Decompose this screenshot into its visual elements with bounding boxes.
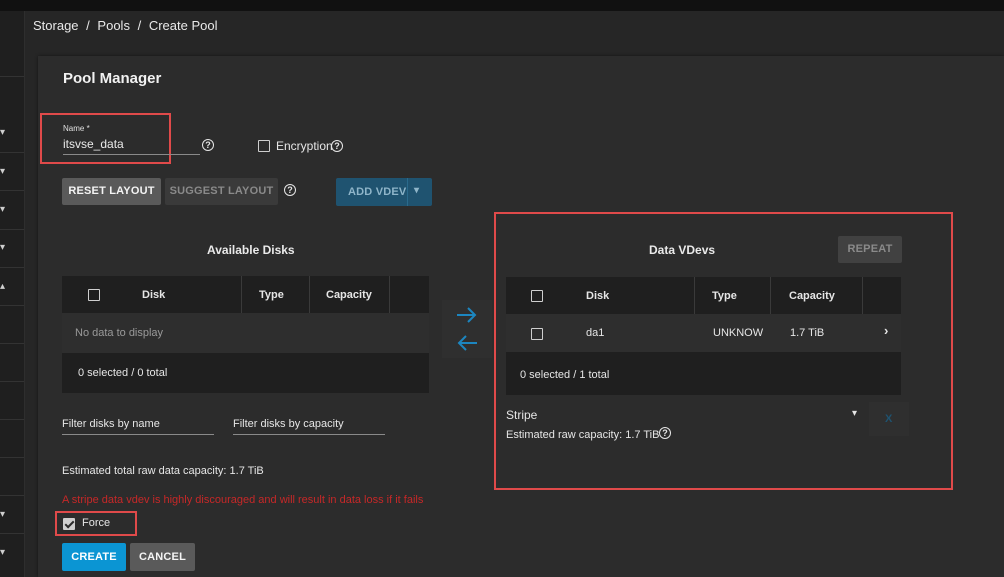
remove-vdev-label: X	[885, 413, 893, 425]
column-separator	[770, 277, 771, 314]
breadcrumb-storage[interactable]: Storage	[33, 18, 79, 33]
row-checkbox[interactable]	[531, 328, 543, 340]
available-empty-text: No data to display	[75, 327, 164, 339]
nav-caret-down-icon[interactable]: ▾	[0, 243, 10, 253]
add-vdev-divider	[407, 178, 408, 206]
nav-divider	[0, 305, 24, 306]
data-vdevs-header: Disk Type Capacity	[506, 277, 901, 314]
create-button[interactable]: CREATE	[62, 543, 126, 571]
force-label: Force	[82, 517, 111, 529]
nav-divider	[0, 76, 24, 77]
column-separator	[241, 276, 242, 313]
available-select-all-checkbox[interactable]	[88, 289, 100, 301]
column-separator	[309, 276, 310, 313]
encryption-label: Encryption	[276, 139, 333, 153]
column-separator	[694, 277, 695, 314]
vdev-capacity-help-icon[interactable]: ?	[659, 427, 671, 439]
name-input-underline	[63, 154, 200, 155]
suggest-layout-button[interactable]: SUGGEST LAYOUT	[165, 178, 278, 205]
layout-dropdown-icon[interactable]: ▾	[852, 408, 857, 419]
available-col-disk[interactable]: Disk	[142, 289, 165, 301]
cancel-button[interactable]: CANCEL	[130, 543, 195, 571]
nav-divider	[0, 381, 24, 382]
nav-divider	[0, 267, 24, 268]
layout-help-icon[interactable]: ?	[284, 184, 296, 196]
filter-name-underline	[62, 434, 214, 435]
nav-caret-down-icon[interactable]: ▾	[0, 205, 10, 215]
name-field-label: Name *	[63, 124, 90, 133]
encryption-help-icon[interactable]: ?	[331, 140, 343, 152]
row-capacity: 1.7 TiB	[790, 327, 825, 339]
nav-caret-down-icon[interactable]: ▾	[0, 548, 10, 558]
page-title: Pool Manager	[63, 70, 162, 87]
add-vdev-dropdown-icon[interactable]: ▾	[414, 185, 419, 196]
available-selection-count: 0 selected / 0 total	[78, 367, 168, 379]
data-vdevs-footer: 0 selected / 1 total	[506, 352, 901, 395]
nav-divider	[0, 190, 24, 191]
vdev-layout-select[interactable]: Stripe	[506, 408, 537, 422]
available-disks-title: Available Disks	[207, 243, 295, 257]
add-vdev-label: ADD VDEV	[348, 186, 407, 198]
row-type: UNKNOW	[713, 327, 764, 339]
filter-by-name-placeholder: Filter disks by name	[62, 418, 160, 430]
vdev-estimated-raw-capacity: Estimated raw capacity: 1.7 TiB	[506, 429, 660, 441]
left-nav	[0, 11, 25, 577]
row-expand-chevron-icon[interactable]: ›	[884, 323, 888, 338]
nav-caret-down-icon[interactable]: ▾	[0, 510, 10, 520]
filter-by-capacity-input[interactable]: Filter disks by capacity	[233, 418, 344, 430]
breadcrumb-create-pool: Create Pool	[148, 18, 218, 33]
breadcrumb-separator: /	[137, 18, 142, 33]
top-bar	[0, 0, 1004, 11]
repeat-button[interactable]: REPEAT	[838, 236, 902, 263]
breadcrumb-pools[interactable]: Pools	[97, 18, 130, 33]
nav-divider	[0, 152, 24, 153]
force-checkbox[interactable]	[63, 518, 75, 530]
move-left-arrow-icon[interactable]	[455, 333, 479, 353]
nav-caret-down-icon[interactable]: ▾	[0, 167, 10, 177]
nav-divider	[0, 457, 24, 458]
encryption-checkbox[interactable]	[258, 140, 270, 152]
available-col-type[interactable]: Type	[259, 289, 284, 301]
add-vdev-button[interactable]: ADD VDEV ▾	[336, 178, 432, 206]
name-input[interactable]: itsvse_data	[63, 137, 124, 151]
remove-vdev-button[interactable]: X	[869, 402, 909, 436]
breadcrumb: Storage / Pools / Create Pool	[33, 18, 221, 33]
vdev-col-disk[interactable]: Disk	[586, 290, 609, 302]
nav-caret-down-icon[interactable]: ▾	[0, 128, 10, 138]
nav-divider	[0, 533, 24, 534]
nav-divider	[0, 229, 24, 230]
vdev-selection-count: 0 selected / 1 total	[520, 369, 610, 381]
column-separator	[389, 276, 390, 313]
name-help-icon[interactable]: ?	[202, 139, 214, 151]
nav-divider	[0, 495, 24, 496]
breadcrumb-separator: /	[86, 18, 90, 33]
data-vdevs-title: Data VDevs	[649, 243, 716, 257]
stripe-warning: A stripe data vdev is highly discouraged…	[62, 494, 424, 506]
nav-divider	[0, 343, 24, 344]
filter-by-name-input[interactable]: Filter disks by name	[62, 418, 160, 430]
available-disks-header: Disk Type Capacity	[62, 276, 429, 313]
column-separator	[862, 277, 863, 314]
nav-caret-up-icon[interactable]: ▴	[0, 282, 10, 292]
available-disks-empty-row: No data to display	[62, 313, 429, 353]
move-right-arrow-icon[interactable]	[455, 305, 479, 325]
available-col-capacity[interactable]: Capacity	[326, 289, 372, 301]
reset-layout-button[interactable]: RESET LAYOUT	[62, 178, 161, 205]
row-disk: da1	[586, 327, 605, 339]
available-disks-footer: 0 selected / 0 total	[62, 353, 429, 393]
vdev-col-capacity[interactable]: Capacity	[789, 290, 835, 302]
filter-by-capacity-placeholder: Filter disks by capacity	[233, 418, 344, 430]
filter-capacity-underline	[233, 434, 385, 435]
nav-divider	[0, 419, 24, 420]
vdev-select-all-checkbox[interactable]	[531, 290, 543, 302]
vdev-col-type[interactable]: Type	[712, 290, 737, 302]
estimated-total-capacity: Estimated total raw data capacity: 1.7 T…	[62, 465, 264, 477]
table-row[interactable]: da1 UNKNOW 1.7 TiB ›	[506, 314, 901, 352]
